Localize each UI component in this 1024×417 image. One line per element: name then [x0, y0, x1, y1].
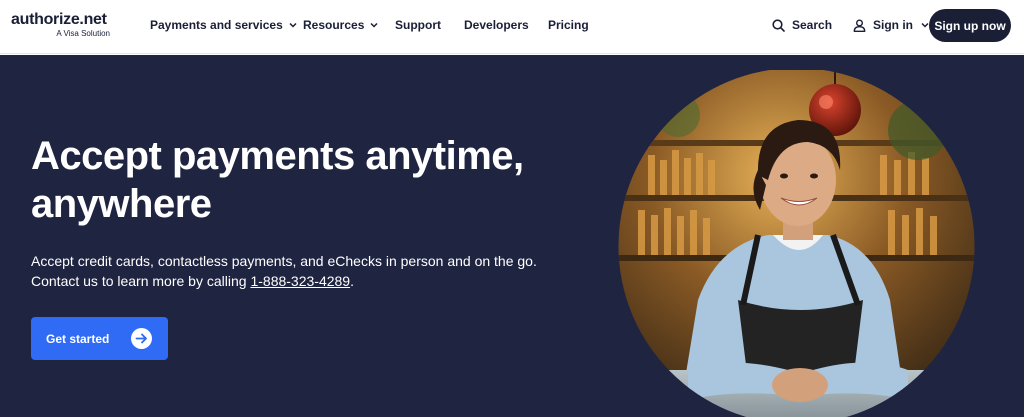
logo[interactable]: authorize.net A Visa Solution [11, 11, 111, 41]
nav-payments-and-services[interactable]: Payments and services [150, 18, 297, 32]
arrow-right-icon [131, 328, 152, 349]
sign-in-button[interactable]: Sign in [853, 18, 929, 32]
chevron-down-icon [289, 22, 297, 28]
nav-pricing[interactable]: Pricing [548, 18, 589, 32]
hero-title: Accept payments anytime, anywhere [31, 134, 524, 226]
nav-label: Developers [464, 18, 529, 32]
get-started-label: Get started [46, 331, 110, 346]
get-started-button[interactable]: Get started [31, 317, 168, 360]
hero-section: Accept payments anytime, anywhere Accept… [0, 55, 1024, 417]
phone-link[interactable]: 1-888-323-4289 [250, 273, 350, 289]
sign-up-button[interactable]: Sign up now [929, 9, 1011, 42]
search-icon [772, 18, 785, 32]
user-icon [853, 19, 866, 32]
logo-text: authorize.net [11, 11, 107, 28]
nav-label: Support [395, 18, 441, 32]
nav-label: Payments and services [150, 18, 283, 32]
nav-label: Pricing [548, 18, 589, 32]
search-label: Search [792, 18, 833, 32]
hero-description-line-1: Accept credit cards, contactless payment… [31, 253, 537, 269]
contact-text: Contact us to learn more by calling [31, 273, 251, 289]
hero-description: Accept credit cards, contactless payment… [31, 251, 591, 291]
logo-subtext: A Visa Solution [56, 29, 110, 38]
site-header: authorize.net A Visa Solution Payments a… [0, 0, 1024, 54]
chevron-down-icon [370, 22, 378, 28]
nav-developers[interactable]: Developers [464, 18, 529, 32]
period-text: . [350, 273, 354, 289]
nav-support[interactable]: Support [395, 18, 441, 32]
chevron-down-icon [921, 22, 929, 28]
hero-photo [618, 70, 975, 417]
sign-in-label: Sign in [873, 18, 913, 32]
hero-description-line-2: Contact us to learn more by calling 1-88… [31, 271, 591, 291]
nav-resources[interactable]: Resources [303, 18, 378, 32]
nav-label: Resources [303, 18, 365, 32]
search-button[interactable]: Search [772, 18, 832, 32]
